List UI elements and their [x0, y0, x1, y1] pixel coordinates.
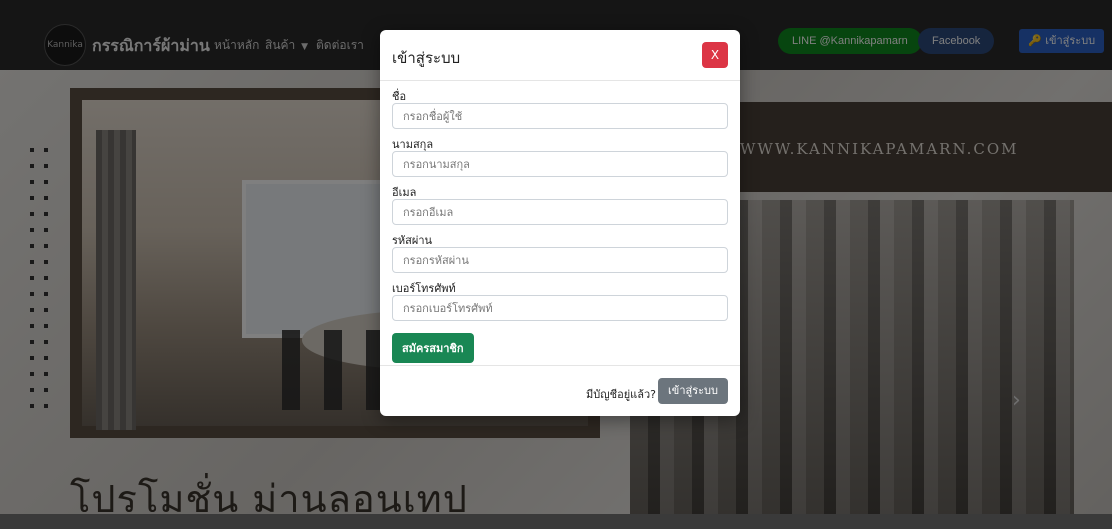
- have-account-text: มีบัญชีอยู่แล้ว?: [586, 388, 656, 401]
- password-input[interactable]: [392, 247, 728, 273]
- email-label: อีเมล: [392, 186, 417, 199]
- password-label: รหัสผ่าน: [392, 234, 433, 247]
- login-modal: เข้าสู่ระบบ X ชื่อ นามสกุล อีเมล รหัสผ่า…: [380, 30, 740, 416]
- register-button[interactable]: สมัครสมาชิก: [392, 333, 474, 363]
- modal-body: ชื่อ นามสกุล อีเมล รหัสผ่าน เบอร์โทรศัพท…: [380, 81, 740, 363]
- last-name-input[interactable]: [392, 151, 728, 177]
- phone-label: เบอร์โทรศัพท์: [392, 282, 456, 295]
- modal-footer: มีบัญชีอยู่แล้ว? เข้าสู่ระบบ: [380, 365, 740, 416]
- footer-login-button[interactable]: เข้าสู่ระบบ: [658, 378, 728, 404]
- first-name-label: ชื่อ: [392, 90, 407, 103]
- modal-title: เข้าสู่ระบบ: [392, 49, 461, 67]
- close-button[interactable]: X: [702, 42, 728, 68]
- first-name-input[interactable]: [392, 103, 728, 129]
- phone-input[interactable]: [392, 295, 728, 321]
- email-input[interactable]: [392, 199, 728, 225]
- last-name-label: นามสกุล: [392, 138, 434, 151]
- modal-header: เข้าสู่ระบบ X: [380, 30, 740, 81]
